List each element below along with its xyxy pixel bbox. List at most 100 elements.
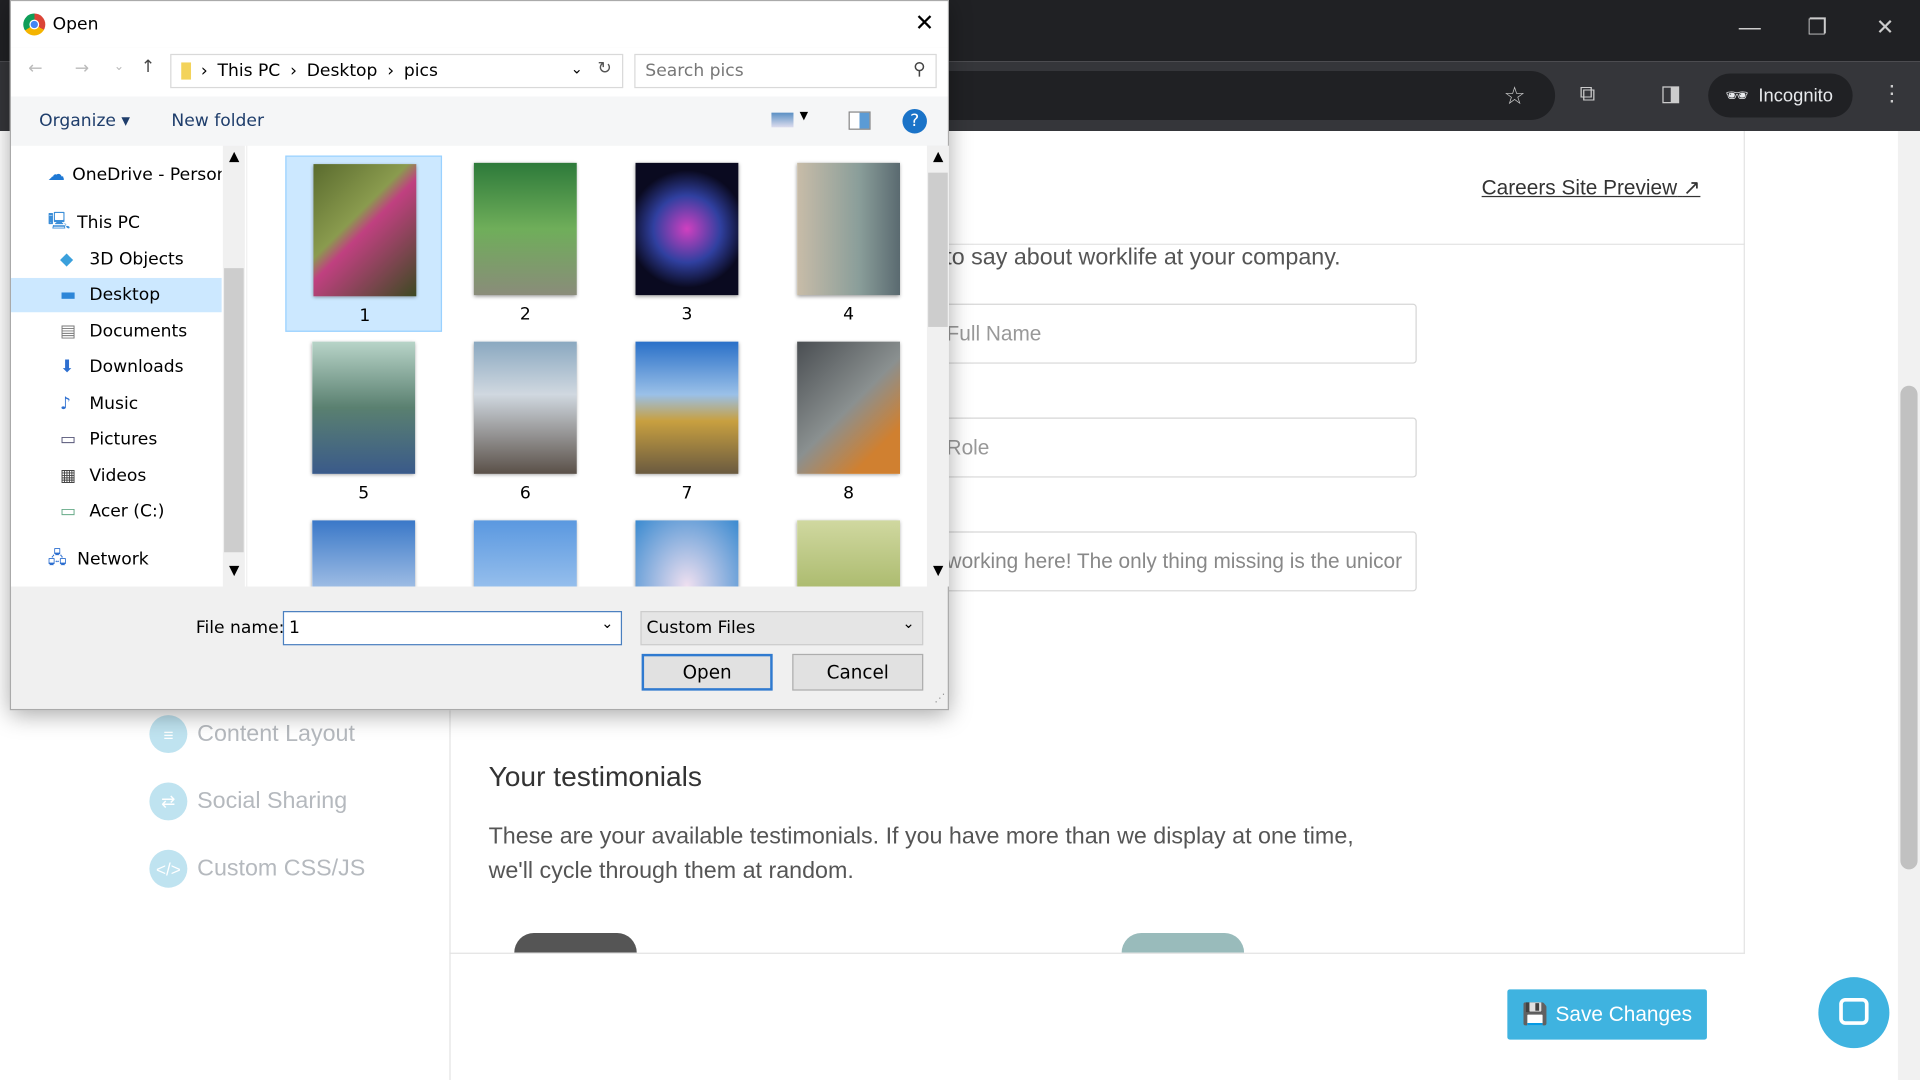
new-folder-button[interactable]: New folder [171, 111, 264, 131]
tree-item-label: Acer (C:) [89, 502, 165, 522]
save-changes-button[interactable]: 💾 Save Changes [1507, 989, 1707, 1040]
bookmark-star-icon[interactable]: ☆ [1504, 81, 1526, 112]
nav-social-sharing[interactable]: ⇄ Social Sharing [149, 782, 347, 821]
intro-text: to say about worklife at your company. [945, 244, 1341, 271]
folder-icon [181, 62, 192, 80]
tree-item[interactable]: ▬ Desktop [11, 277, 222, 313]
file-item[interactable]: 4 [770, 156, 927, 332]
close-icon[interactable]: ✕ [915, 10, 934, 37]
tree-item[interactable]: ▦ Videos [11, 459, 222, 493]
image-thumbnail [473, 162, 577, 296]
up-icon[interactable]: ↑ [141, 58, 155, 78]
resize-grip-icon[interactable]: ⋰ [934, 693, 945, 705]
menu-icon[interactable]: ⋮ [1881, 81, 1903, 107]
tree-item-label: Documents [89, 322, 188, 342]
restore-icon[interactable]: ❐ [1807, 15, 1827, 41]
extensions-icon[interactable]: ⧉ [1580, 81, 1596, 107]
organize-button[interactable]: Organize ▾ [39, 111, 130, 131]
drive-icon: ▭ [60, 502, 77, 522]
tree-item-label: Pictures [89, 429, 158, 450]
open-file-dialog: Open ✕ ← → ⌄ ↑ › This PC › Desktop › pics … [9, 0, 949, 711]
file-item[interactable] [609, 513, 766, 587]
tree-item-label: This PC [77, 213, 140, 233]
tree-item-label: Network [77, 549, 149, 570]
breadcrumb-item[interactable]: pics [404, 61, 438, 81]
side-panel-icon[interactable]: ◨ [1660, 81, 1681, 107]
tree-item-label: Music [89, 394, 139, 414]
file-type-select[interactable]: Custom Files ⌄ [640, 611, 924, 646]
breadcrumb-item[interactable]: Desktop [307, 61, 378, 81]
image-thumbnail [635, 162, 739, 296]
tree-item[interactable]: ▤ Documents [11, 315, 222, 349]
file-item[interactable]: 8 [770, 334, 927, 510]
file-label: 2 [519, 304, 531, 325]
nav-content-layout[interactable]: ≡ Content Layout [149, 715, 355, 754]
nav-custom-css-js[interactable]: </> Custom CSS/JS [149, 849, 365, 888]
file-item[interactable]: 6 [447, 334, 604, 510]
search-input[interactable]: Search pics ⚲ [634, 53, 937, 89]
divider [449, 710, 451, 1080]
desktop-icon: ▬ [60, 285, 77, 305]
cancel-button[interactable]: Cancel [792, 653, 924, 691]
files-scrollbar[interactable]: ▲ ▼ [926, 145, 949, 587]
file-item[interactable] [770, 513, 927, 587]
tree-item[interactable]: ♪ Music [11, 387, 222, 421]
help-icon[interactable]: ? [902, 108, 927, 134]
video-icon: ▦ [60, 466, 77, 487]
document-icon: ▤ [60, 322, 77, 342]
dialog-navigation: ← → ⌄ ↑ › This PC › Desktop › pics ⌄ ↻ Sea… [11, 47, 948, 97]
breadcrumb-item[interactable]: This PC [217, 61, 280, 81]
tree-scrollbar[interactable]: ▲ ▼ [222, 145, 245, 587]
file-label: 5 [358, 483, 370, 504]
chevron-down-icon[interactable]: ⌄ [571, 60, 583, 77]
forward-icon[interactable]: → [75, 59, 89, 79]
careers-site-preview-link[interactable]: Careers Site Preview ↗ [1482, 176, 1701, 200]
minimize-icon[interactable]: — [1739, 15, 1761, 41]
full-name-input[interactable]: Full Name [930, 303, 1417, 364]
file-item[interactable]: 3 [609, 156, 766, 332]
image-thumbnail [797, 520, 901, 587]
tree-item[interactable]: 🖳 This PC [11, 206, 222, 240]
computer-icon: 🖳 [47, 211, 71, 232]
tree-item[interactable]: ⬇ Downloads [11, 350, 222, 384]
open-button[interactable]: Open [641, 653, 773, 691]
chevron-down-icon: ⌄ [601, 614, 614, 632]
tree-item[interactable]: ▭ Acer (C:) [11, 495, 222, 529]
incognito-badge[interactable]: 🕶 Incognito [1708, 73, 1853, 118]
close-window-icon[interactable]: ✕ [1876, 15, 1894, 41]
file-label: 1 [359, 306, 371, 326]
caret-down-icon[interactable]: ▼ [800, 110, 808, 122]
image-thumbnail [312, 520, 416, 587]
quote-input[interactable]: working here! The only thing missing is … [930, 531, 1417, 592]
preview-pane-icon[interactable] [848, 111, 871, 130]
tree-item[interactable]: ◆ 3D Objects [11, 242, 222, 276]
chevron-down-icon: ⌄ [902, 614, 915, 632]
view-options-icon[interactable] [771, 112, 794, 128]
file-item[interactable]: 7 [609, 334, 766, 510]
address-breadcrumb[interactable]: › This PC › Desktop › pics ⌄ ↻ [170, 53, 624, 89]
recent-dropdown-icon[interactable]: ⌄ [114, 60, 124, 73]
code-icon: </> [149, 849, 188, 888]
page-scrollbar-thumb[interactable] [1900, 385, 1918, 870]
refresh-icon[interactable]: ↻ [598, 59, 612, 79]
file-item[interactable]: 1 [285, 155, 443, 332]
chat-launcher-button[interactable] [1818, 977, 1890, 1049]
address-bar[interactable]: ☆ [930, 71, 1556, 121]
file-name-input[interactable]: 1 ⌄ [282, 611, 623, 646]
tree-item[interactable]: 🖧 Network [11, 542, 222, 576]
tree-item[interactable]: ▭ Pictures [11, 422, 222, 456]
cloud-icon: ☁ [47, 165, 65, 185]
testimonial-avatar [514, 933, 637, 953]
file-item[interactable] [447, 513, 604, 587]
file-label: 3 [681, 304, 693, 325]
file-item[interactable] [285, 513, 442, 587]
incognito-icon: 🕶 [1725, 85, 1749, 107]
file-item[interactable]: 2 [447, 156, 604, 332]
file-item[interactable]: 5 [285, 334, 442, 510]
role-input[interactable]: Role [930, 417, 1417, 478]
tree-item[interactable]: ☁ OneDrive - Person [11, 158, 222, 192]
back-icon[interactable]: ← [28, 59, 42, 79]
music-icon: ♪ [60, 394, 71, 414]
testimonial-avatar [1121, 933, 1245, 953]
download-icon: ⬇ [60, 357, 75, 378]
